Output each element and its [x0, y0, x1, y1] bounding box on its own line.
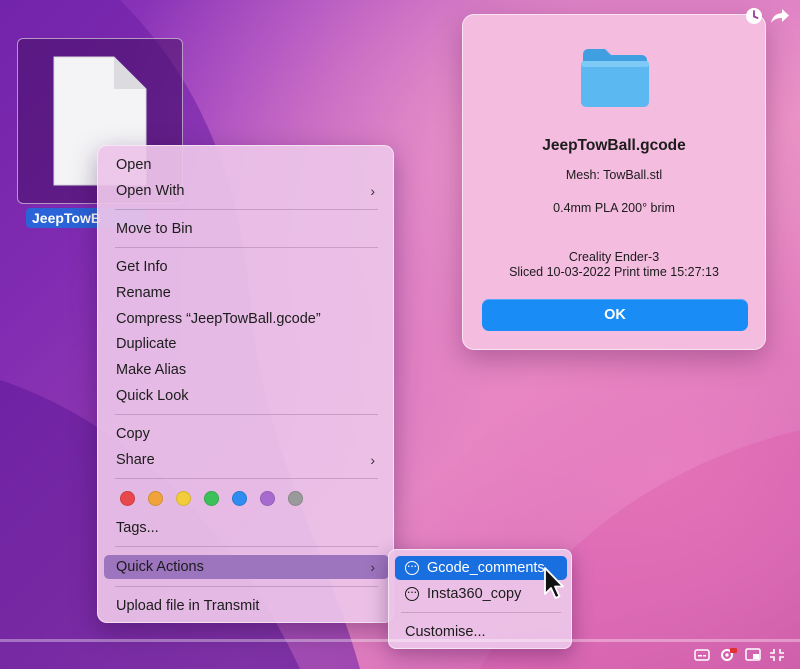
- menu-separator: [115, 478, 378, 479]
- desktop: JeepTowB Open Open With › Move to Bin Get…: [0, 0, 800, 669]
- dialog-mesh-text: Mesh: TowBall.stl: [565, 168, 663, 182]
- menu-label: Move to Bin: [116, 221, 193, 237]
- exit-fullscreen-icon[interactable]: [769, 648, 785, 662]
- ellipsis-circle-icon: [405, 582, 419, 602]
- menu-label: Duplicate: [116, 336, 177, 352]
- menu-item-upload-transmit[interactable]: Upload file in Transmit: [104, 594, 389, 618]
- menu-label: Quick Look: [116, 388, 189, 404]
- menu-item-compress[interactable]: Compress “JeepTowBall.gcode”: [104, 307, 389, 331]
- info-dialog: JeepTowBall.gcode Mesh: TowBall.stl 0.4m…: [462, 14, 766, 350]
- tag-yellow-dot[interactable]: [176, 491, 191, 506]
- menu-separator: [115, 586, 378, 587]
- tag-grey-dot[interactable]: [288, 491, 303, 506]
- menu-separator: [115, 546, 378, 547]
- mouse-cursor-icon: [544, 567, 564, 599]
- tag-orange-dot[interactable]: [148, 491, 163, 506]
- menu-item-quick-actions[interactable]: Quick Actions ›: [104, 555, 389, 579]
- menu-label: Share: [116, 452, 155, 468]
- menu-item-get-info[interactable]: Get Info: [104, 255, 389, 279]
- tag-red-dot[interactable]: [120, 491, 135, 506]
- menu-item-rename[interactable]: Rename: [104, 281, 389, 305]
- settings-gear-icon[interactable]: [719, 648, 737, 662]
- menu-item-open-with[interactable]: Open With ›: [104, 179, 389, 203]
- tag-green-dot[interactable]: [204, 491, 219, 506]
- menu-item-make-alias[interactable]: Make Alias: [104, 358, 389, 382]
- clock-icon[interactable]: [745, 7, 763, 25]
- tag-blue-dot[interactable]: [232, 491, 247, 506]
- submenu-label: Insta360_copy: [427, 586, 522, 602]
- menu-label: Get Info: [116, 259, 168, 275]
- folder-icon: [581, 49, 649, 107]
- miniplayer-icon[interactable]: [745, 648, 761, 662]
- menu-item-quick-look[interactable]: Quick Look: [104, 384, 389, 408]
- submenu-label: Gcode_comments: [427, 560, 545, 576]
- menu-label: Upload file in Transmit: [116, 598, 260, 614]
- chevron-right-icon: ›: [370, 183, 375, 199]
- menu-label: Open With: [116, 183, 185, 199]
- chevron-right-icon: ›: [370, 452, 375, 468]
- share-arrow-icon[interactable]: [770, 8, 790, 24]
- subtitles-icon[interactable]: [694, 648, 710, 662]
- menu-label: Quick Actions: [116, 559, 204, 575]
- submenu-item-insta360-copy[interactable]: Insta360_copy: [395, 582, 567, 606]
- chevron-right-icon: ›: [370, 559, 375, 575]
- dialog-printer-text: Creality Ender-3: [568, 250, 660, 264]
- ellipsis-circle-icon: [405, 556, 419, 576]
- menu-separator: [115, 247, 378, 248]
- menu-label: Make Alias: [116, 362, 187, 378]
- submenu-item-gcode-comments[interactable]: Gcode_comments: [395, 556, 567, 580]
- menu-item-share[interactable]: Share ›: [104, 448, 389, 472]
- menu-item-tags[interactable]: Tags...: [104, 516, 389, 540]
- dialog-sliced-text: Sliced 10-03-2022 Print time 15:27:13: [509, 265, 719, 279]
- menu-item-open[interactable]: Open: [104, 153, 389, 177]
- context-menu: Open Open With › Move to Bin Get Info Ren…: [97, 145, 394, 623]
- submenu-label: Customise...: [405, 624, 486, 640]
- ok-button[interactable]: OK: [482, 299, 748, 331]
- tag-purple-dot[interactable]: [260, 491, 275, 506]
- menu-item-move-to-bin[interactable]: Move to Bin: [104, 217, 389, 241]
- menu-item-copy[interactable]: Copy: [104, 422, 389, 446]
- menu-label: Compress “JeepTowBall.gcode”: [116, 311, 321, 327]
- menu-separator: [115, 209, 378, 210]
- menu-label: Copy: [116, 426, 150, 442]
- menu-label: Open: [116, 157, 152, 173]
- video-progress-bar[interactable]: [0, 639, 800, 642]
- dialog-title: JeepTowBall.gcode: [542, 137, 686, 154]
- menu-separator: [115, 414, 378, 415]
- dialog-material-text: 0.4mm PLA 200° brim: [553, 201, 675, 215]
- menu-separator: [401, 612, 561, 613]
- menu-item-duplicate[interactable]: Duplicate: [104, 332, 389, 356]
- menu-label: Rename: [116, 285, 171, 301]
- menu-label: Tags...: [116, 520, 159, 536]
